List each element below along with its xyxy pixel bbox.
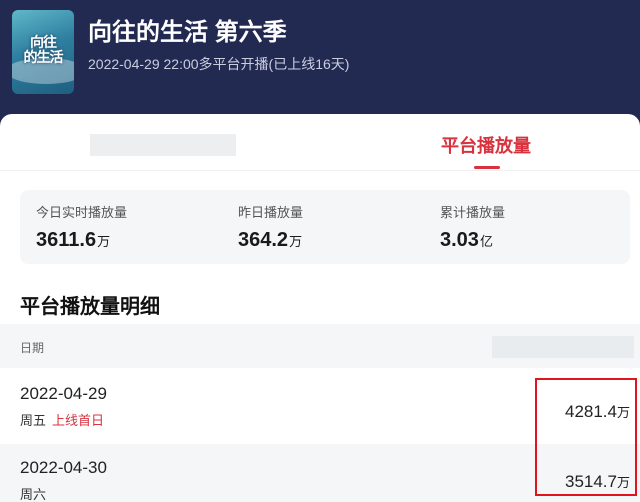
stat-total: 累计播放量 3.03亿 — [440, 202, 505, 252]
stat-value: 3611.6万 — [36, 229, 111, 251]
show-title: 向往的生活 第六季 — [88, 19, 287, 46]
show-air-info: 2022-04-29 22:00多平台开播(已上线16天) — [88, 56, 350, 72]
active-tab-indicator — [474, 166, 500, 169]
show-poster-image[interactable]: 向往 的生活 — [12, 10, 74, 94]
stat-value: 364.2万 — [238, 229, 303, 251]
row-weekday: 周五 上线首日 — [20, 413, 105, 428]
stat-today: 今日实时播放量 3611.6万 — [36, 202, 127, 252]
stat-label: 累计播放量 — [440, 205, 506, 220]
stat-unit: 万 — [97, 234, 111, 249]
column-header-date: 日期 — [20, 341, 45, 355]
row-weekday: 周六 — [20, 487, 47, 502]
tab-divider — [0, 170, 640, 171]
stat-label: 昨日播放量 — [238, 205, 304, 220]
section-title: 平台播放量明细 — [20, 296, 160, 318]
table-header: 日期 — [0, 324, 640, 368]
stat-label: 今日实时播放量 — [36, 205, 128, 220]
column-header-placeholder — [492, 336, 634, 358]
poster-logo: 向往 的生活 — [23, 35, 64, 66]
stat-unit: 亿 — [479, 234, 493, 249]
stat-yesterday: 昨日播放量 364.2万 — [238, 202, 303, 252]
stats-panel: 今日实时播放量 3611.6万 昨日播放量 364.2万 累计播放量 3.03亿 — [20, 190, 630, 264]
row-date: 2022-04-29 — [20, 384, 107, 403]
stat-unit: 万 — [289, 234, 303, 249]
row-date: 2022-04-30 — [20, 458, 107, 477]
stat-value: 3.03亿 — [440, 229, 493, 251]
premiere-tag: 上线首日 — [52, 413, 105, 428]
tab-platform-views[interactable]: 平台播放量 — [441, 132, 531, 158]
highlight-annotation-box — [535, 378, 637, 496]
tab-placeholder[interactable] — [90, 134, 236, 156]
